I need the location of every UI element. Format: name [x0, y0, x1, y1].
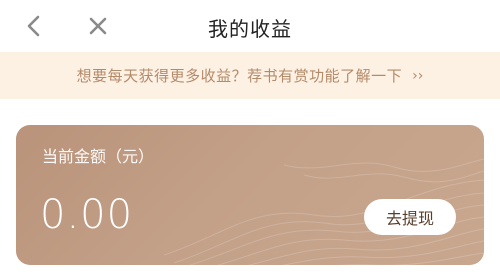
earnings-page: 我的收益 想要每天获得更多收益？荐书有赏功能了解一下 ›› 当前金额（元） 0.… — [0, 0, 500, 276]
page-title: 我的收益 — [208, 17, 292, 41]
balance-card: 当前金额（元） 0.00 去提现 — [16, 125, 484, 265]
main-content: 当前金额（元） 0.00 去提现 — [0, 99, 500, 276]
promo-banner-text: 想要每天获得更多收益？荐书有赏功能了解一下 — [76, 67, 403, 85]
withdraw-button[interactable]: 去提现 — [364, 199, 456, 235]
balance-amount: 0.00 — [40, 192, 134, 238]
balance-label: 当前金额（元） — [42, 147, 155, 166]
top-navbar: 我的收益 — [0, 0, 500, 52]
promo-banner[interactable]: 想要每天获得更多收益？荐书有赏功能了解一下 ›› — [0, 52, 500, 99]
double-chevron-right-icon: ›› — [412, 67, 424, 84]
